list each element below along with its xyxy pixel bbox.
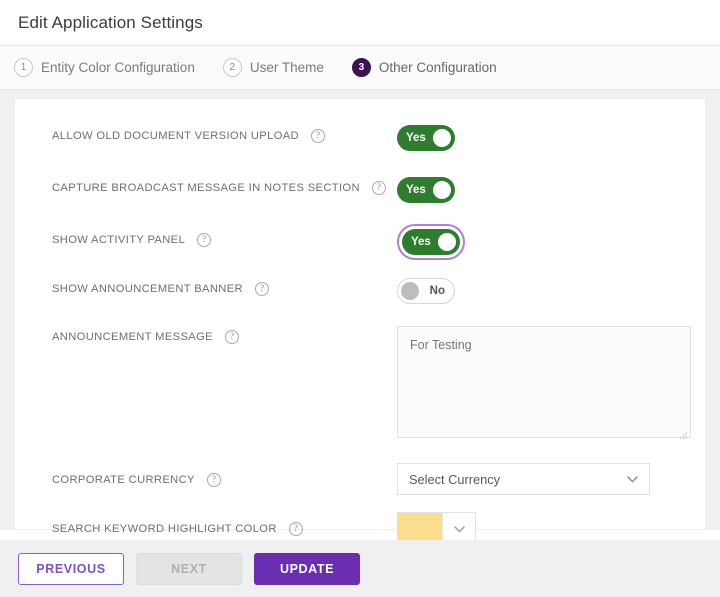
field-label: ALLOW OLD DOCUMENT VERSION UPLOAD — [52, 130, 299, 142]
row-allow-old-document-version-upload: ALLOW OLD DOCUMENT VERSION UPLOAD ? Yes — [15, 125, 705, 155]
field-label: CAPTURE BROADCAST MESSAGE IN NOTES SECTI… — [52, 182, 360, 194]
application-settings-page: Edit Application Settings 1 Entity Color… — [0, 0, 720, 597]
page-title: Edit Application Settings — [18, 13, 203, 33]
help-icon[interactable]: ? — [311, 129, 325, 143]
field-label: SEARCH KEYWORD HIGHLIGHT COLOR — [52, 523, 277, 535]
toggle-focus-ring: Yes — [397, 224, 465, 260]
step-user-theme[interactable]: 2 User Theme — [223, 58, 324, 77]
settings-card: ALLOW OLD DOCUMENT VERSION UPLOAD ? Yes … — [14, 98, 706, 530]
label-cell: SEARCH KEYWORD HIGHLIGHT COLOR ? — [52, 512, 397, 536]
control-cell: Yes — [397, 224, 681, 260]
label-cell: ANNOUNCEMENT MESSAGE ? — [52, 326, 397, 344]
announcement-message-input[interactable] — [397, 326, 691, 438]
toggle-knob — [433, 129, 451, 147]
field-label: SHOW ANNOUNCEMENT BANNER — [52, 283, 243, 295]
chevron-down-icon — [627, 476, 638, 483]
control-cell: Select Currency — [397, 463, 681, 495]
control-cell: Yes — [397, 125, 681, 151]
chevron-down-icon — [454, 526, 465, 533]
help-icon[interactable]: ? — [197, 233, 211, 247]
step-label: Entity Color Configuration — [41, 60, 195, 75]
row-capture-broadcast-message: CAPTURE BROADCAST MESSAGE IN NOTES SECTI… — [15, 177, 705, 207]
control-cell: No — [397, 278, 681, 304]
toggle-capture-broadcast-message[interactable]: Yes — [397, 177, 455, 203]
toggle-knob — [401, 282, 419, 300]
row-announcement-message: ANNOUNCEMENT MESSAGE ? — [15, 326, 705, 443]
help-icon[interactable]: ? — [207, 473, 221, 487]
toggle-knob — [438, 233, 456, 251]
control-cell — [397, 326, 691, 443]
announcement-textarea-holder — [397, 326, 691, 443]
toggle-label: Yes — [411, 236, 431, 248]
label-cell: SHOW ANNOUNCEMENT BANNER ? — [52, 278, 397, 296]
row-show-activity-panel: SHOW ACTIVITY PANEL ? Yes — [15, 224, 705, 260]
update-button[interactable]: UPDATE — [254, 553, 360, 585]
step-label: User Theme — [250, 60, 324, 75]
previous-button[interactable]: PREVIOUS — [18, 553, 124, 585]
control-cell: Yes — [397, 177, 681, 203]
corporate-currency-select[interactable]: Select Currency — [397, 463, 650, 495]
step-entity-color-configuration[interactable]: 1 Entity Color Configuration — [14, 58, 195, 77]
step-number-badge: 3 — [352, 58, 371, 77]
toggle-label: Yes — [406, 184, 426, 196]
toggle-label: Yes — [406, 132, 426, 144]
label-cell: ALLOW OLD DOCUMENT VERSION UPLOAD ? — [52, 125, 397, 143]
toggle-show-announcement-banner[interactable]: No — [397, 278, 455, 304]
label-cell: CORPORATE CURRENCY ? — [52, 463, 397, 487]
wizard-stepper: 1 Entity Color Configuration 2 User Them… — [0, 45, 720, 90]
field-label: ANNOUNCEMENT MESSAGE — [52, 331, 213, 343]
help-icon[interactable]: ? — [289, 522, 303, 536]
row-corporate-currency: CORPORATE CURRENCY ? Select Currency — [15, 463, 705, 495]
row-show-announcement-banner: SHOW ANNOUNCEMENT BANNER ? No — [15, 278, 705, 308]
help-icon[interactable]: ? — [255, 282, 269, 296]
help-icon[interactable]: ? — [372, 181, 386, 195]
page-header: Edit Application Settings — [0, 0, 720, 45]
step-other-configuration[interactable]: 3 Other Configuration — [352, 58, 497, 77]
content-area: ALLOW OLD DOCUMENT VERSION UPLOAD ? Yes … — [0, 90, 720, 530]
step-number-badge: 1 — [14, 58, 33, 77]
help-icon[interactable]: ? — [225, 330, 239, 344]
next-button: NEXT — [136, 553, 242, 585]
step-label: Other Configuration — [379, 60, 497, 75]
field-label: CORPORATE CURRENCY — [52, 474, 195, 486]
toggle-show-activity-panel[interactable]: Yes — [402, 229, 460, 255]
select-value: Select Currency — [409, 472, 500, 487]
toggle-knob — [433, 181, 451, 199]
label-cell: SHOW ACTIVITY PANEL ? — [52, 224, 397, 247]
toggle-allow-old-document-version-upload[interactable]: Yes — [397, 125, 455, 151]
wizard-footer: PREVIOUS NEXT UPDATE — [0, 540, 720, 597]
step-number-badge: 2 — [223, 58, 242, 77]
field-label: SHOW ACTIVITY PANEL — [52, 234, 185, 246]
label-cell: CAPTURE BROADCAST MESSAGE IN NOTES SECTI… — [52, 177, 397, 195]
toggle-label: No — [430, 285, 445, 297]
